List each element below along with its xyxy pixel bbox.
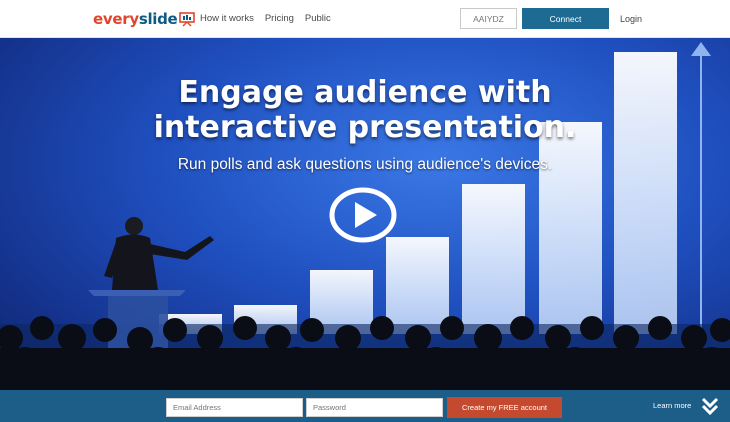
nav-public[interactable]: Public [305,13,331,24]
headline-line-2: interactive presentation. [153,110,577,145]
hero-subline: Run polls and ask questions using audien… [177,156,553,173]
nav-pricing[interactable]: Pricing [265,13,294,24]
nav-how-it-works[interactable]: How it works [200,13,254,24]
logo-presentation-icon [179,12,196,27]
hero-section: Engage audience with interactive present… [0,38,730,390]
top-header: everyslide How it works Pricing Public C… [0,0,730,38]
main-nav: How it works Pricing Public [200,13,331,24]
play-icon[interactable] [328,186,398,244]
everyslide-logo[interactable]: everyslide [93,10,196,28]
learn-more-link[interactable]: Learn more [653,401,691,410]
login-link[interactable]: Login [620,14,642,24]
signup-bar: Create my FREE account Learn more [0,390,730,422]
create-account-button[interactable]: Create my FREE account [447,397,562,418]
headline-line-1: Engage audience with [178,75,552,110]
password-field[interactable] [306,398,443,417]
double-chevron-down-icon[interactable] [700,396,720,416]
connect-button[interactable]: Connect [522,8,609,29]
email-field[interactable] [166,398,303,417]
event-code-input[interactable] [460,8,517,29]
logo-text: everyslide [93,10,178,28]
